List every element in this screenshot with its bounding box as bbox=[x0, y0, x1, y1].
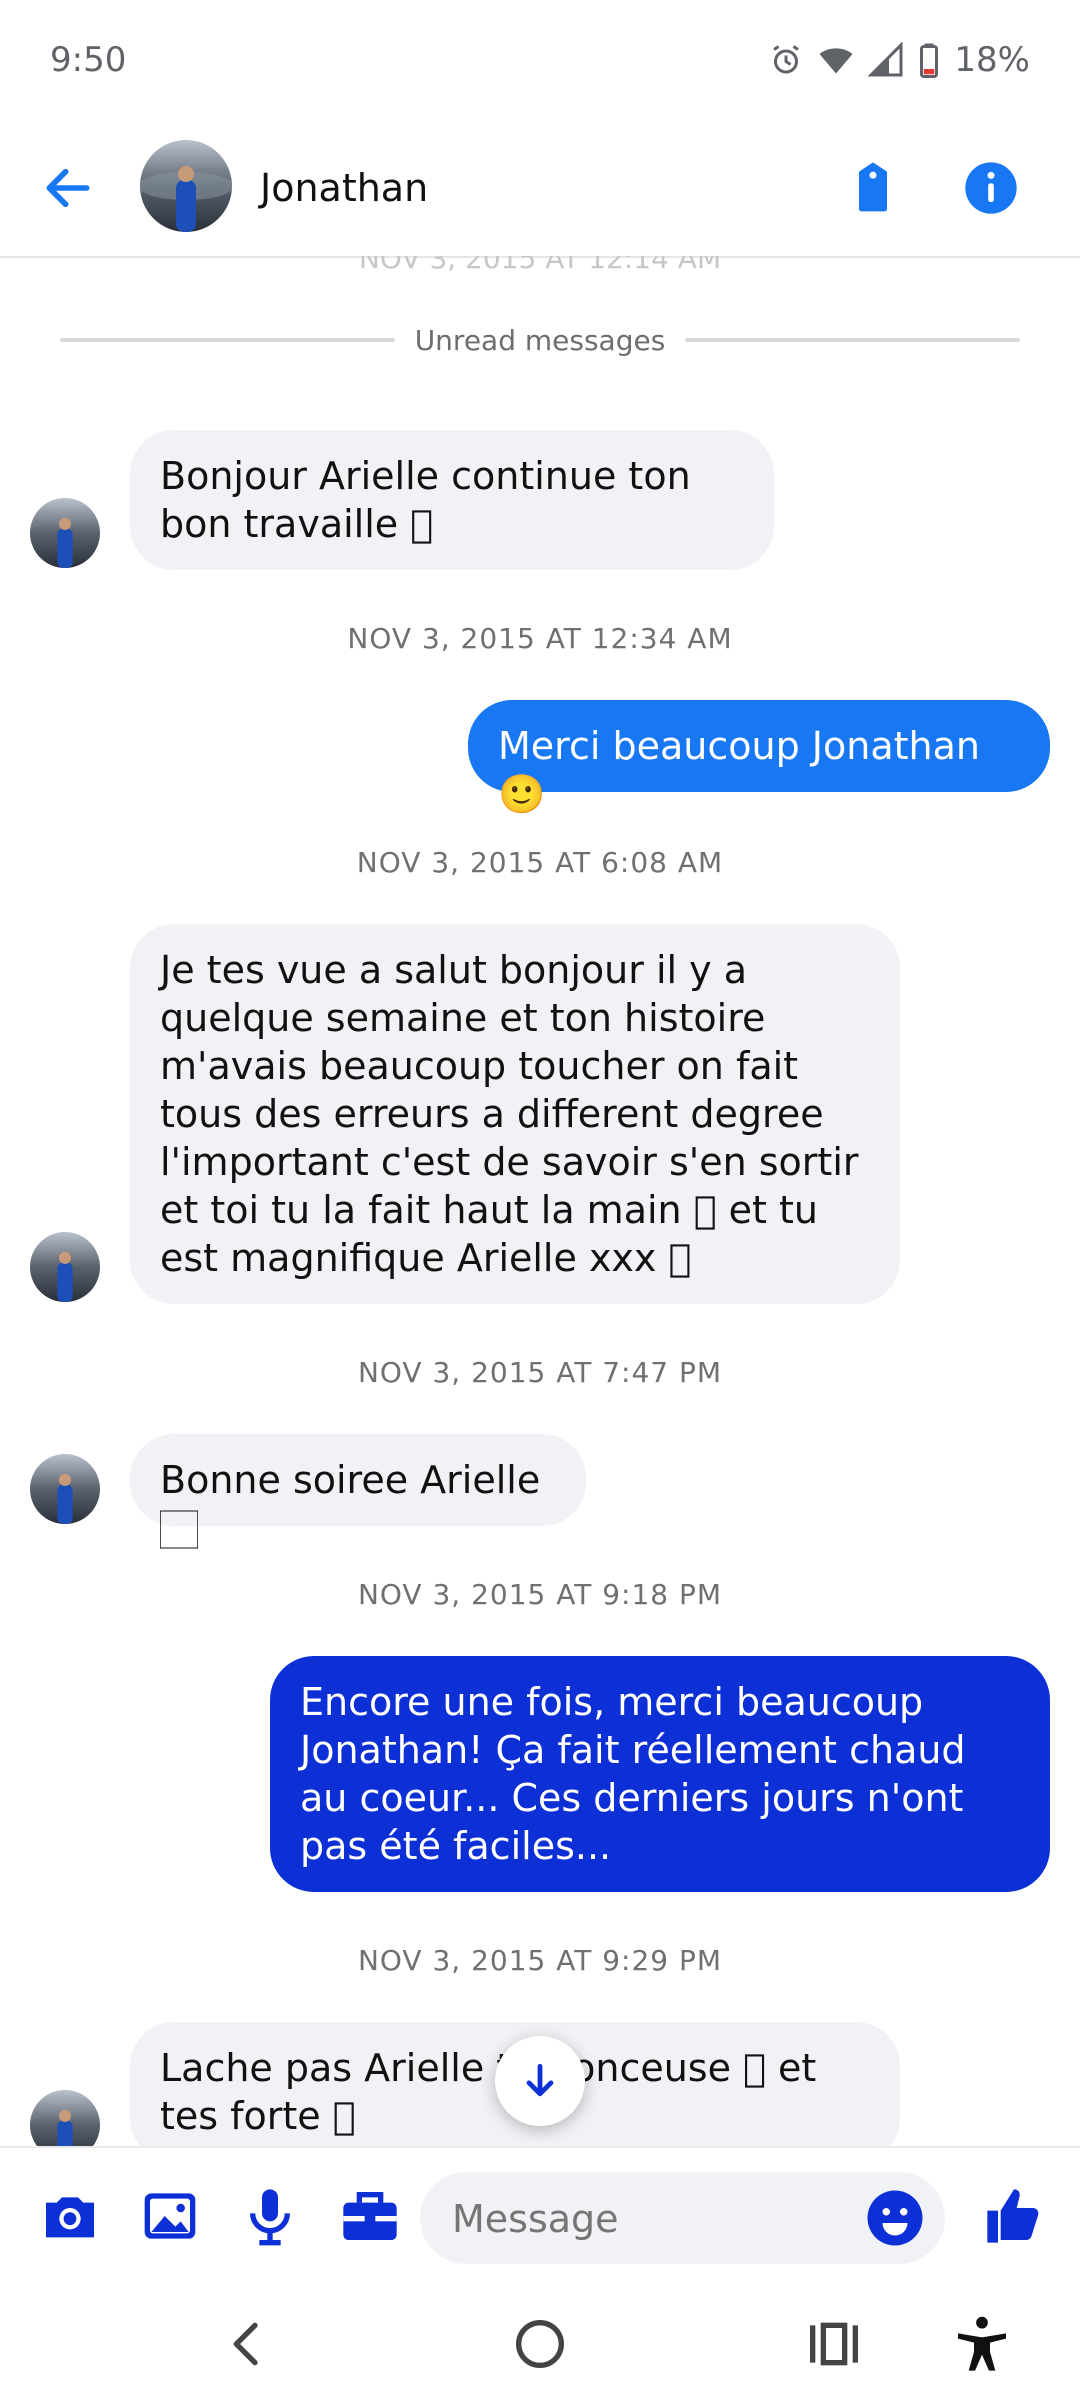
signal-icon bbox=[868, 42, 903, 77]
battery-icon bbox=[920, 43, 939, 78]
message-bubble-incoming[interactable]: Bonjour Arielle continue ton bon travail… bbox=[130, 430, 774, 570]
system-navigation-bar bbox=[0, 2288, 1080, 2400]
divider-line bbox=[60, 338, 395, 342]
timestamp-faded: NOV 3, 2015 AT 12:14 AM bbox=[358, 256, 722, 275]
emoji-icon[interactable] bbox=[865, 2188, 925, 2248]
sender-avatar[interactable] bbox=[30, 498, 100, 568]
sender-avatar[interactable] bbox=[30, 1232, 100, 1302]
gallery-icon[interactable] bbox=[138, 2184, 202, 2248]
message-bubble-outgoing[interactable]: Merci beaucoup Jonathan 🙂 bbox=[468, 700, 1050, 816]
message-timestamp: NOV 3, 2015 AT 7:47 PM bbox=[357, 1356, 723, 1389]
battery-percent: 18% bbox=[954, 40, 1030, 80]
briefcase-icon[interactable] bbox=[338, 2184, 402, 2248]
message-field[interactable] bbox=[420, 2172, 945, 2266]
nav-recents-icon[interactable] bbox=[802, 2312, 866, 2376]
message-timestamp: NOV 3, 2015 AT 6:08 AM bbox=[356, 846, 724, 879]
accessibility-icon[interactable] bbox=[950, 2312, 1014, 2376]
message-input[interactable] bbox=[450, 2172, 854, 2266]
status-time: 9:50 bbox=[50, 40, 127, 80]
contact-name[interactable]: Jonathan bbox=[260, 166, 428, 210]
unread-divider: Unread messages bbox=[60, 320, 1020, 360]
tag-icon[interactable] bbox=[845, 160, 901, 216]
unread-label: Unread messages bbox=[414, 323, 666, 357]
message-timestamp: NOV 3, 2015 AT 9:29 PM bbox=[357, 1944, 723, 1977]
status-icons: 18% bbox=[768, 40, 1030, 80]
message-composer bbox=[0, 2146, 1080, 2290]
back-arrow-icon[interactable] bbox=[40, 160, 96, 216]
divider-line bbox=[685, 338, 1020, 342]
status-bar: 9:50 18% bbox=[0, 0, 1080, 120]
message-bubble-outgoing[interactable]: Encore une fois, merci beaucoup Jonathan… bbox=[270, 1656, 1050, 1892]
conversation-header: Jonathan bbox=[0, 120, 1080, 258]
info-icon[interactable] bbox=[963, 160, 1019, 216]
nav-back-icon[interactable] bbox=[215, 2312, 279, 2376]
sender-avatar[interactable] bbox=[30, 2090, 100, 2146]
microphone-icon[interactable] bbox=[238, 2184, 302, 2248]
camera-icon[interactable] bbox=[38, 2184, 102, 2248]
alarm-icon bbox=[773, 45, 800, 74]
scroll-to-bottom-button[interactable] bbox=[495, 2036, 585, 2126]
nav-home-icon[interactable] bbox=[508, 2312, 572, 2376]
contact-avatar[interactable] bbox=[140, 140, 232, 232]
message-bubble-incoming[interactable]: Bonne soiree Arielle 🏻 bbox=[130, 1434, 586, 1550]
message-bubble-incoming[interactable]: Je tes vue a salut bonjour il y a quelqu… bbox=[130, 924, 900, 1304]
arrow-down-icon bbox=[526, 2063, 554, 2097]
message-timestamp: NOV 3, 2015 AT 9:18 PM bbox=[357, 1578, 723, 1611]
message-thread[interactable]: NOV 3, 2015 AT 12:14 AM Unread messages … bbox=[0, 256, 1080, 2146]
wifi-icon bbox=[819, 48, 853, 74]
sender-avatar[interactable] bbox=[30, 1454, 100, 1524]
message-timestamp: NOV 3, 2015 AT 12:34 AM bbox=[347, 622, 733, 655]
thumbs-up-icon[interactable] bbox=[982, 2184, 1046, 2248]
